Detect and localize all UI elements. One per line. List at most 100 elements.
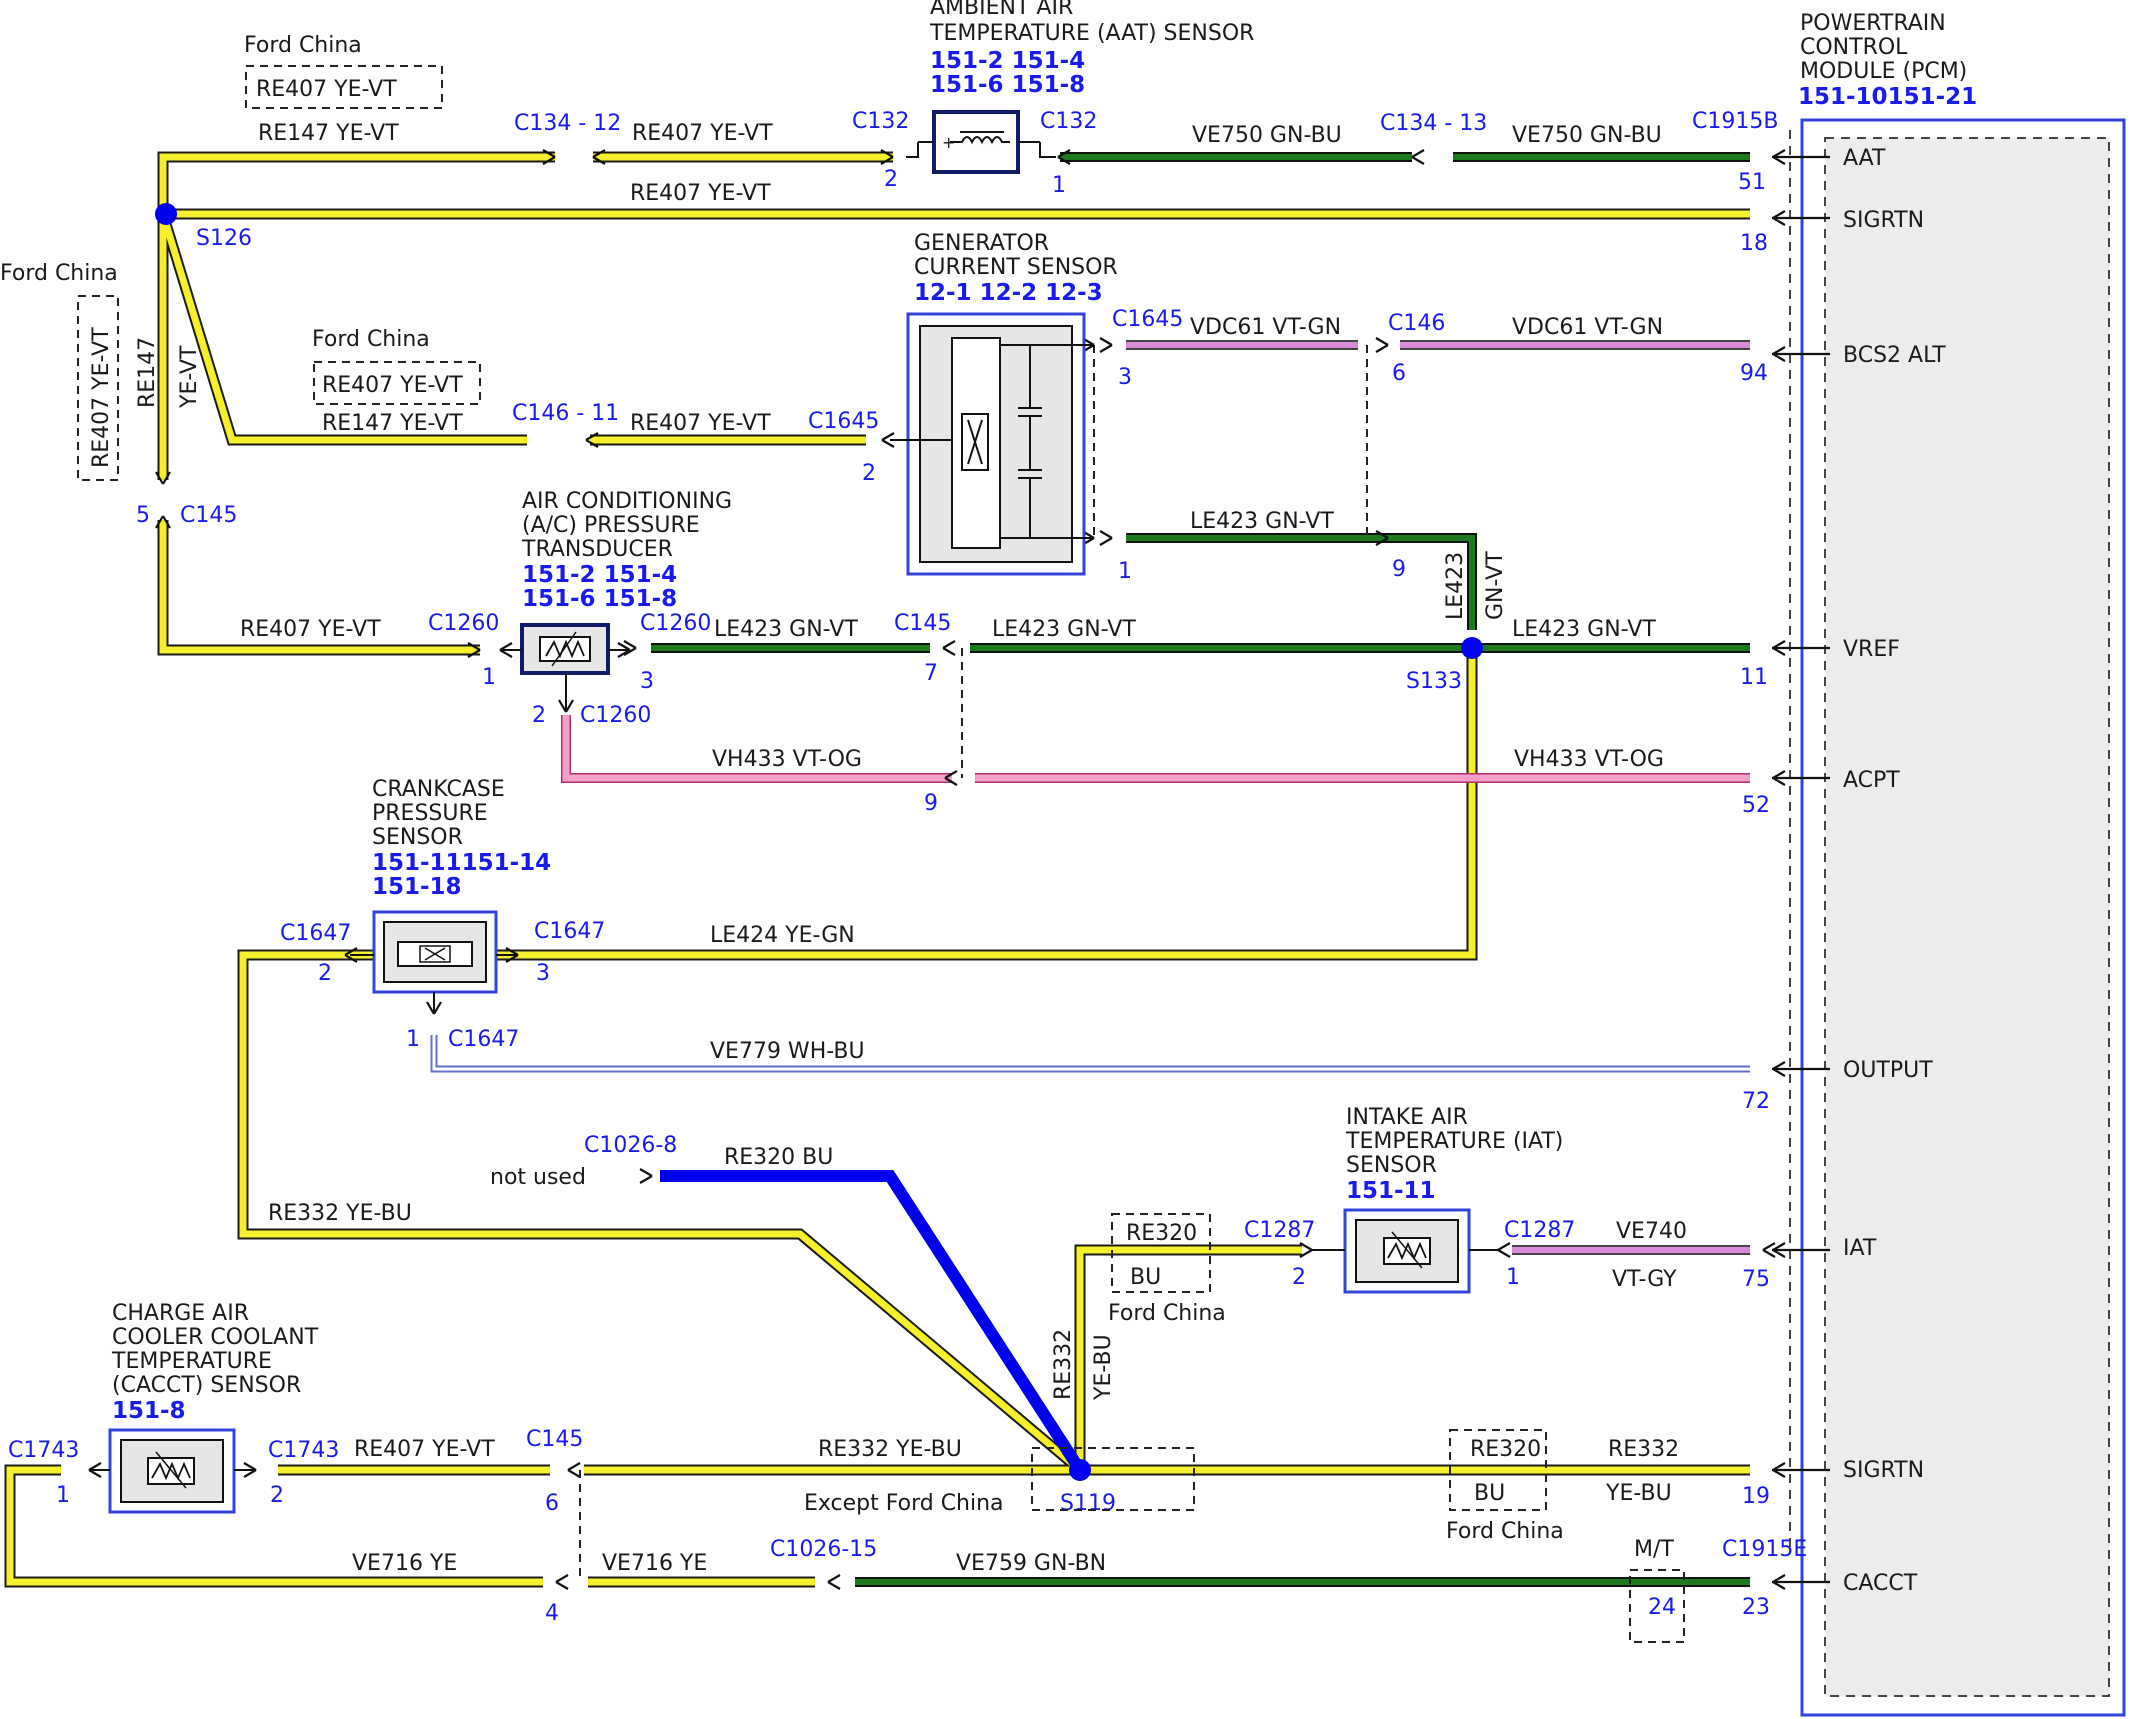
iat-title-1: INTAKE AIR: [1346, 1105, 1468, 1130]
wire-re147-top: RE147 YE-VT: [258, 121, 399, 146]
conn-c145-top-pin: 5: [136, 503, 150, 528]
conn-c146-11: C146 - 11: [512, 401, 619, 426]
wire-re320-box2-a: RE320: [1470, 1437, 1541, 1462]
wire-re320-box-b: BU: [1130, 1265, 1161, 1290]
ccp-conn-bottom: C1647: [448, 1027, 519, 1052]
wire-re407-cacct: RE407 YE-VT: [354, 1437, 495, 1462]
wire-ve740-b: VT-GY: [1612, 1267, 1677, 1292]
conn-c145-bot: C145: [526, 1427, 583, 1452]
pcm-pin-vref: VREF: [1843, 637, 1900, 662]
acpt-pin-1: 1: [482, 665, 496, 690]
wire-re407-vert-box: RE407 YE-VT: [89, 327, 114, 468]
green-wires: [651, 152, 1750, 1587]
acpt-pin-2: 2: [532, 703, 546, 728]
splice-s119: S119: [1060, 1491, 1116, 1516]
wire-ve759: VE759 GN-BN: [956, 1551, 1106, 1576]
gen-refs: 12-1 12-2 12-3: [914, 280, 1103, 306]
conn-c146-pin9: 9: [1392, 557, 1406, 582]
wire-re407-mid: RE407 YE-VT: [630, 411, 771, 436]
pcm-pin-cacct: CACCT: [1843, 1571, 1918, 1596]
conn-c145-bot-pin4: 4: [545, 1601, 559, 1626]
cacct-conn-right: C1743: [268, 1438, 339, 1463]
conn-c146-pin6: 6: [1392, 361, 1406, 386]
iat-conn-left: C1287: [1244, 1218, 1315, 1243]
conn-c1026-8: C1026-8: [584, 1133, 677, 1158]
wire-re332-right-b: YE-BU: [1605, 1481, 1672, 1506]
wire-re332-vert-b: YE-BU: [1091, 1334, 1116, 1401]
aat-conn-left: C132: [852, 109, 909, 134]
ccp-title-3: SENSOR: [372, 825, 463, 850]
acpt-conn-left: C1260: [428, 611, 499, 636]
wire-re332-mid: RE332 YE-BU: [818, 1437, 962, 1462]
note-ford-china-5: Ford China: [1446, 1519, 1564, 1544]
iat-title-3: SENSOR: [1346, 1153, 1437, 1178]
aat-pin-2: 2: [884, 167, 898, 192]
pcm-pin-num-11: 11: [1740, 665, 1768, 690]
gen-title-1: GENERATOR: [914, 231, 1049, 256]
wire-re407-top: RE407 YE-VT: [632, 121, 773, 146]
cacct-pin-2: 2: [270, 1483, 284, 1508]
pcm-pin-num-75: 75: [1742, 1267, 1770, 1292]
acpt-conn-bottom: C1260: [580, 703, 651, 728]
ccp-refs-2: 151-18: [372, 874, 462, 900]
aat-pin-1: 1: [1052, 173, 1066, 198]
pcm-title-3: MODULE (PCM): [1800, 59, 1967, 84]
wiring-diagram: POWERTRAIN CONTROL MODULE (PCM) 151-1015…: [0, 0, 2126, 1717]
conn-mt: M/T: [1634, 1537, 1674, 1562]
cacct-pin-1: 1: [56, 1483, 70, 1508]
gen-title-2: CURRENT SENSOR: [914, 255, 1118, 280]
ac-pressure-transducer: AIR CONDITIONING (A/C) PRESSURE TRANSDUC…: [428, 489, 732, 728]
cacct-title-2: COOLER COOLANT: [112, 1325, 319, 1350]
wire-re407-box: RE407 YE-VT: [256, 77, 397, 102]
pcm-connector-c1915e: C1915E: [1722, 1537, 1807, 1562]
splice-s133: S133: [1406, 669, 1462, 694]
pcm-pin-num-18: 18: [1740, 231, 1768, 256]
wire-re332-left: RE332 YE-BU: [268, 1201, 412, 1226]
wire-ve740-a: VE740: [1616, 1219, 1687, 1244]
cacct-sensor: CHARGE AIR COOLER COOLANT TEMPERATURE (C…: [8, 1301, 339, 1514]
conn-c145-mid-pin9: 9: [924, 791, 938, 816]
ccp-title-2: PRESSURE: [372, 801, 488, 826]
conn-c134-13: C134 - 13: [1380, 111, 1487, 136]
conn-c1026-15: C1026-15: [770, 1537, 877, 1562]
pcm-pin-bcs2-alt: BCS2 ALT: [1843, 343, 1946, 368]
pcm-pin-num-52: 52: [1742, 793, 1770, 818]
wire-le424: LE424 YE-GN: [710, 923, 855, 948]
pcm-module: POWERTRAIN CONTROL MODULE (PCM) 151-1015…: [1692, 11, 2126, 1717]
note-ford-china-1: Ford China: [244, 33, 362, 58]
conn-c145-mid: C145: [894, 611, 951, 636]
ccp-conn-left: C1647: [280, 921, 351, 946]
wire-re407-box2: RE407 YE-VT: [322, 373, 463, 398]
wire-vh433-b: VH433 VT-OG: [1514, 747, 1664, 772]
wire-le423-vert-a: LE423: [1443, 552, 1468, 620]
aat-title-1: AMBIENT AIR: [930, 0, 1073, 20]
iat-conn-right: C1287: [1504, 1218, 1575, 1243]
note-except-ford-china: Except Ford China: [804, 1491, 1004, 1516]
iat-pin-1: 1: [1506, 1265, 1520, 1290]
gen-conn-a: C1645: [1112, 307, 1183, 332]
pcm-pin-sigrtn-1: SIGRTN: [1843, 208, 1924, 233]
ccp-refs-1: 151-11151-14: [372, 850, 551, 876]
cacct-title-4: (CACCT) SENSOR: [112, 1373, 301, 1398]
pcm-pin-num-19: 19: [1742, 1484, 1770, 1509]
pcm-refs: 151-10151-21: [1798, 84, 1977, 110]
conn-c145-mid-pin7: 7: [924, 661, 938, 686]
pcm-pin-num-72: 72: [1742, 1089, 1770, 1114]
pcm-connector-c1915b: C1915B: [1692, 109, 1778, 134]
wire-ve750-b: VE750 GN-BU: [1512, 123, 1662, 148]
acpt-pin-3: 3: [640, 669, 654, 694]
wire-not-used: not used: [490, 1165, 586, 1190]
pcm-pin-iat: IAT: [1843, 1236, 1877, 1261]
wire-vdc61-a: VDC61 VT-GN: [1190, 315, 1341, 340]
conn-mt-pin: 24: [1648, 1595, 1676, 1620]
wire-le423-a: LE423 GN-VT: [1190, 509, 1334, 534]
re320-blue-wire: [660, 1170, 1086, 1474]
wire-labels: RE147 YE-VT RE407 YE-VT RE407 YE-VT VE75…: [77, 65, 1687, 1576]
ccp-pin-3: 3: [536, 961, 550, 986]
wire-re320-box-a: RE320: [1126, 1221, 1197, 1246]
iat-sensor: INTAKE AIR TEMPERATURE (IAT) SENSOR 151-…: [1244, 1105, 1575, 1294]
wire-le423-d: LE423 GN-VT: [1512, 617, 1656, 642]
acpt-refs-2: 151-6 151-8: [522, 586, 677, 612]
gen-pin-3: 3: [1118, 365, 1132, 390]
pcm-title-1: POWERTRAIN: [1800, 11, 1946, 36]
